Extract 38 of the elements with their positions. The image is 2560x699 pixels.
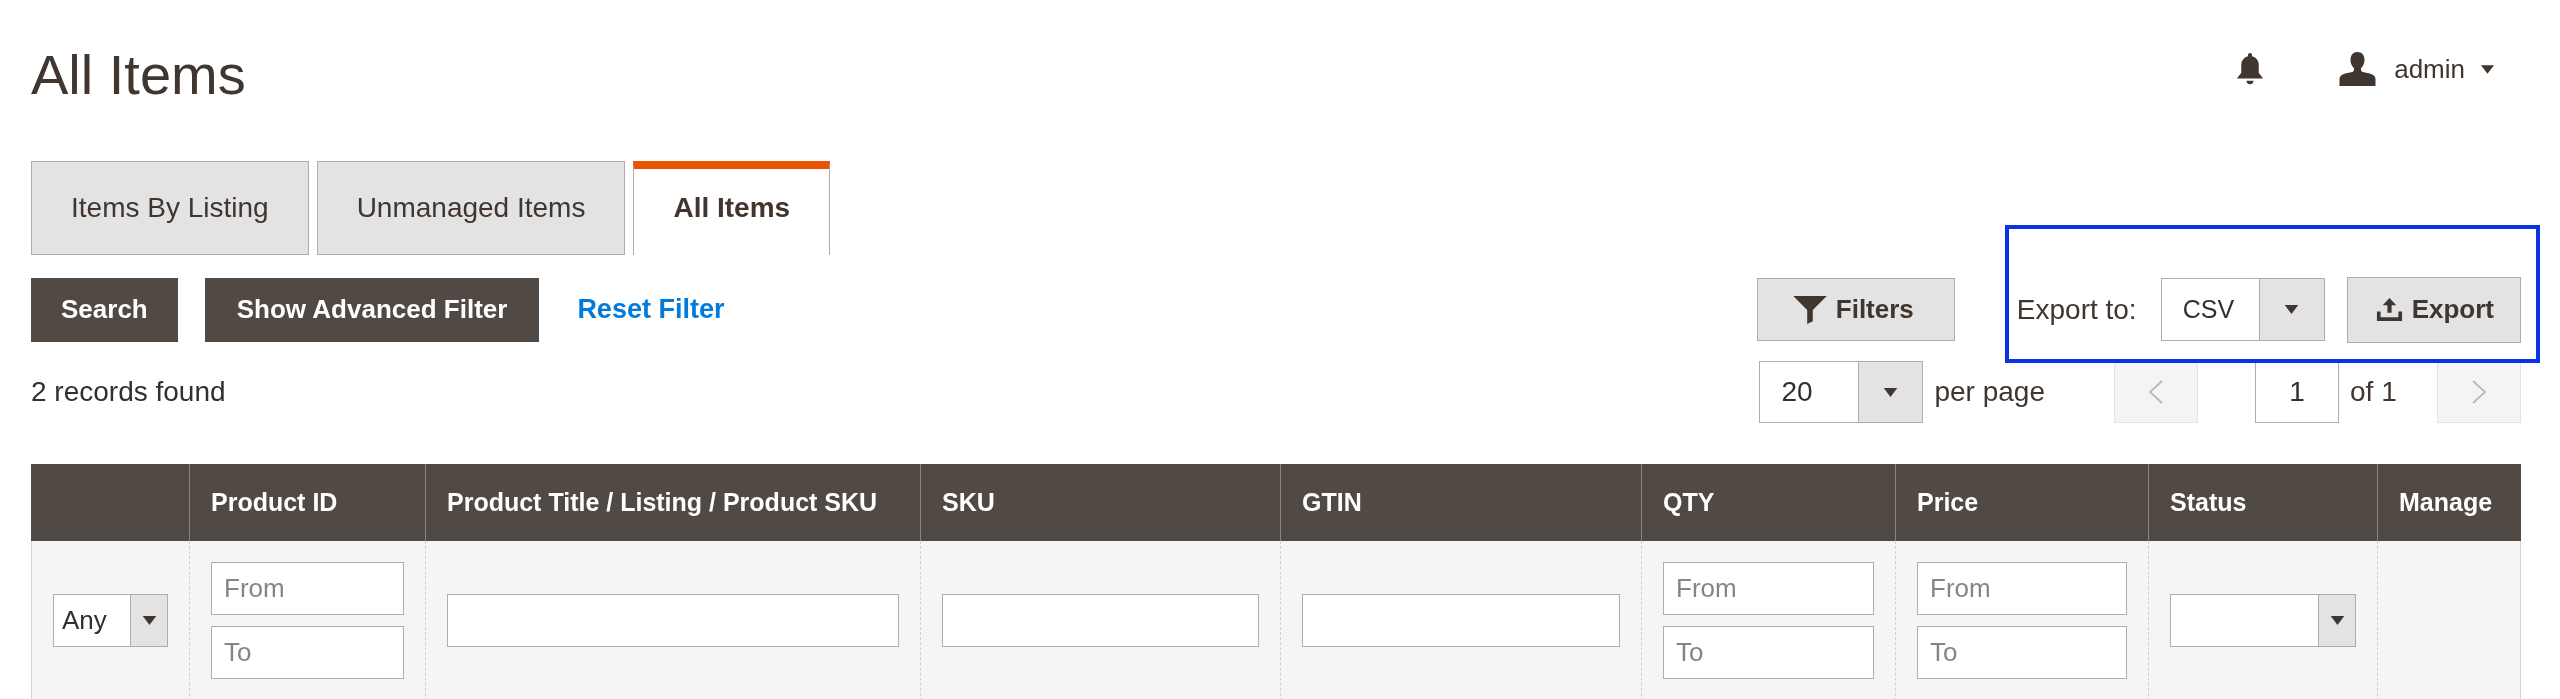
chevron-left-icon [2149, 380, 2163, 404]
search-button[interactable]: Search [31, 277, 178, 342]
input-field[interactable]: From [211, 562, 404, 615]
input-field[interactable] [942, 594, 1259, 647]
input-field[interactable] [1302, 594, 1620, 647]
caret-icon [2284, 305, 2300, 314]
caret-icon [1883, 387, 1899, 397]
caret-icon [2329, 616, 2345, 625]
funnel-icon [1792, 295, 1827, 324]
tab[interactable]: Items By Listing [31, 161, 309, 255]
select-field[interactable] [2170, 594, 2356, 647]
per-page-label: per page [1934, 375, 2045, 409]
page-total: of 1 [2350, 375, 2398, 409]
chevron-right-icon [2472, 380, 2486, 404]
select-field[interactable]: CSV [2160, 278, 2325, 341]
caret-icon [2481, 64, 2494, 74]
tab[interactable]: Unmanaged Items [316, 161, 626, 255]
export-label: Export to: [2016, 292, 2137, 327]
filters-button[interactable]: Filters [1756, 278, 1955, 341]
input-field[interactable]: To [1917, 626, 2127, 679]
page-title: All Items [31, 44, 246, 106]
reset-filter-link[interactable]: Reset Filter [577, 289, 725, 330]
input-field[interactable]: To [211, 626, 404, 679]
user-menu-button[interactable]: admin [2339, 49, 2494, 89]
tab[interactable]: All Items [633, 161, 831, 255]
select-field[interactable]: Any [53, 594, 168, 647]
page-input[interactable]: 1 [2255, 361, 2339, 423]
records-count: 2 records found [31, 375, 226, 409]
input-field[interactable]: To [1663, 626, 1874, 679]
user-icon [2339, 52, 2377, 86]
upload-icon [2375, 298, 2403, 321]
advanced-filter-button[interactable]: Show Advanced Filter [204, 277, 540, 342]
export-button[interactable]: Export [2346, 276, 2521, 343]
select-field[interactable]: 20 [1759, 361, 1924, 423]
caret-icon [141, 616, 157, 625]
input-field[interactable] [447, 594, 899, 647]
input-field[interactable]: From [1917, 562, 2127, 615]
input-field[interactable]: From [1663, 562, 1874, 615]
